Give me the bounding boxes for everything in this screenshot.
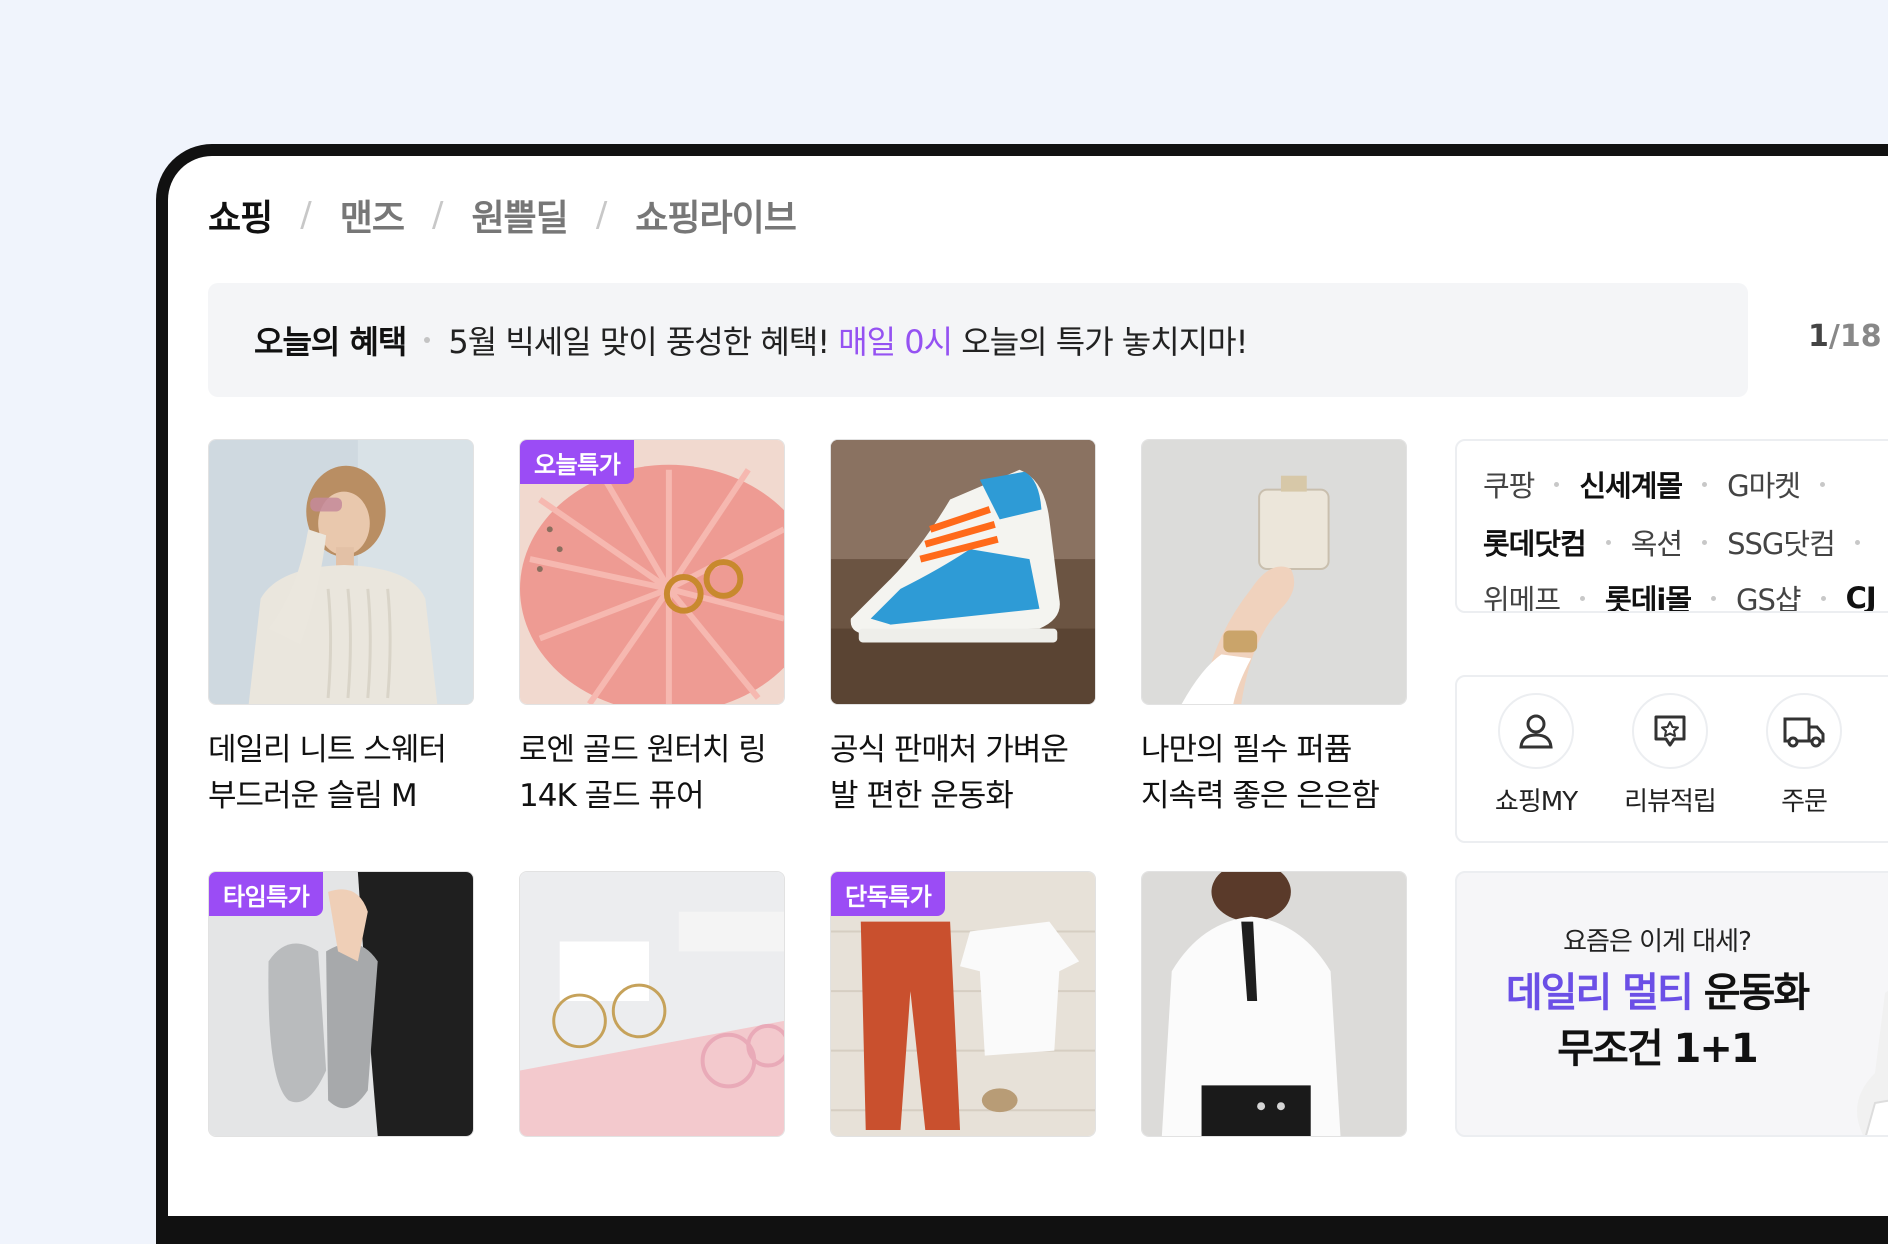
mall-row: 쿠팡 신세계몰 G마켓	[1483, 463, 1845, 505]
pager-current: 1	[1808, 319, 1829, 354]
mall-link-auction[interactable]: 옥션	[1631, 521, 1683, 563]
person-icon	[1498, 693, 1574, 769]
mall-link-lotte-com[interactable]: 롯데닷컴	[1483, 521, 1587, 563]
product-title[interactable]: 데일리 니트 스웨터 부드러운 슬림 M	[208, 727, 474, 819]
sneaker-illustration	[831, 440, 1095, 704]
mall-divider-dot	[1854, 539, 1860, 545]
product-card[interactable]: 타임특가	[208, 871, 474, 1137]
product-card[interactable]	[1141, 871, 1407, 1137]
review-star-icon	[1632, 693, 1708, 769]
mall-link-lotte-imall[interactable]: 롯데i몰	[1605, 577, 1692, 611]
blouse-illustration	[1142, 872, 1406, 1136]
delivery-truck-icon	[1766, 693, 1842, 769]
pager-total: /18	[1828, 319, 1882, 354]
promo-headline: 데일리 멀티 운동화 무조건 1+1	[1457, 965, 1857, 1077]
breadcrumb-item-shopping[interactable]: 쇼핑	[208, 189, 273, 241]
quick-menu-orders[interactable]: 주문	[1749, 693, 1859, 818]
mall-row: 롯데닷컴 옥션 SSG닷컴	[1483, 521, 1880, 563]
product-image-perfume[interactable]	[1141, 439, 1407, 705]
product-image-knit-sweater[interactable]	[208, 439, 474, 705]
promo-subtitle: 요즘은 이게 대세?	[1563, 927, 1752, 957]
breadcrumb-item-mens[interactable]: 맨즈	[340, 189, 405, 241]
mall-link-gs-shop[interactable]: GS샵	[1736, 577, 1802, 611]
quick-menu-label: 리뷰적립	[1624, 787, 1717, 817]
product-title-line1: 공식 판매처 가벼운	[830, 732, 1069, 768]
mall-divider-dot	[1554, 481, 1560, 487]
product-title-line2: 발 편한 운동화	[830, 778, 1014, 814]
breadcrumb: 쇼핑 / 맨즈 / 원쁠딜 / 쇼핑라이브	[208, 189, 797, 241]
shopping-screen: 쇼핑 / 맨즈 / 원쁠딜 / 쇼핑라이브 오늘의 혜택 5월 빅세일 맞이 풍…	[168, 156, 1888, 1216]
todays-benefit-banner[interactable]: 오늘의 혜택 5월 빅세일 맞이 풍성한 혜택! 매일 0시 오늘의 특가 놓치…	[208, 283, 1748, 397]
breadcrumb-separator: /	[431, 195, 444, 235]
product-card[interactable]: 오늘특가 로엔 골드 원터치 링 14K 골드 퓨어	[519, 439, 785, 819]
quick-menu-label: 쇼핑MY	[1494, 787, 1578, 817]
product-title-line1: 나만의 필수 퍼퓸	[1141, 732, 1352, 768]
quick-menu-shopping-my[interactable]: 쇼핑MY	[1481, 693, 1591, 818]
product-badge: 단독특가	[831, 872, 946, 916]
product-image-glasses[interactable]	[519, 871, 785, 1137]
notice-pager: 1/18	[1808, 319, 1882, 354]
mall-link-wemakeprice[interactable]: 위메프	[1483, 577, 1561, 611]
product-image-silver-flats[interactable]: 타임특가	[208, 871, 474, 1137]
product-title[interactable]: 로엔 골드 원터치 링 14K 골드 퓨어	[519, 727, 785, 819]
product-title[interactable]: 나만의 필수 퍼퓸 지속력 좋은 은은함	[1141, 727, 1407, 819]
notice-text-after: 오늘의 특가 놓치지마!	[952, 323, 1248, 361]
product-title-line2: 지속력 좋은 은은함	[1141, 778, 1380, 814]
mall-link-coupang[interactable]: 쿠팡	[1483, 463, 1535, 505]
promo-headline-rest: 운동화	[1691, 970, 1810, 1016]
product-title-line2: 부드러운 슬림 M	[208, 778, 418, 814]
product-card[interactable]: 단독특가	[830, 871, 1096, 1137]
product-image-gold-ring[interactable]: 오늘특가	[519, 439, 785, 705]
product-image-blouse[interactable]	[1141, 871, 1407, 1137]
promo-highlight: 데일리 멀티	[1505, 970, 1694, 1016]
notice-title: 오늘의 혜택	[254, 323, 407, 361]
notice-divider-dot	[424, 337, 431, 343]
quick-menu-label: 주문	[1781, 787, 1828, 817]
product-badge: 타임특가	[209, 872, 324, 916]
mall-row: 위메프 롯데i몰 GS샵 CJ	[1483, 577, 1877, 611]
breadcrumb-separator: /	[300, 195, 312, 235]
notice-text: 5월 빅세일 맞이 풍성한 혜택! 매일 0시 오늘의 특가 놓치지마!	[448, 317, 1248, 363]
mall-divider-dot	[1702, 539, 1708, 545]
notice-text-before: 5월 빅세일 맞이 풍성한 혜택!	[448, 323, 839, 361]
mall-divider-dot	[1580, 595, 1586, 601]
mall-divider-dot	[1819, 481, 1825, 487]
product-card[interactable]: 공식 판매처 가벼운 발 편한 운동화	[830, 439, 1096, 819]
promo-headline-line2: 무조건 1+1	[1557, 1026, 1759, 1072]
product-title-line1: 데일리 니트 스웨터	[208, 732, 447, 768]
product-title[interactable]: 공식 판매처 가벼운 발 편한 운동화	[830, 727, 1096, 819]
breadcrumb-item-shopping-live[interactable]: 쇼핑라이브	[635, 189, 797, 241]
product-title-line2: 14K 골드 퓨어	[519, 778, 705, 814]
mall-link-cj[interactable]: CJ	[1846, 581, 1877, 611]
mall-divider-dot	[1702, 481, 1708, 487]
mall-divider-dot	[1711, 595, 1717, 601]
product-image-outfit[interactable]: 단독특가	[830, 871, 1096, 1137]
product-card[interactable]: 데일리 니트 스웨터 부드러운 슬림 M	[208, 439, 474, 819]
product-card[interactable]	[519, 871, 785, 1137]
quick-menu-review-points[interactable]: 리뷰적립	[1615, 693, 1725, 818]
quick-menu-panel: 쇼핑MY 리뷰적립 주문	[1455, 675, 1888, 843]
product-card[interactable]: 나만의 필수 퍼퓸 지속력 좋은 은은함	[1141, 439, 1407, 819]
product-title-line1: 로엔 골드 원터치 링	[519, 732, 767, 768]
mall-link-ssg[interactable]: SSG닷컴	[1727, 521, 1836, 563]
mall-divider-dot	[1605, 539, 1611, 545]
promo-banner[interactable]: 요즘은 이게 대세? 데일리 멀티 운동화 무조건 1+1	[1455, 871, 1888, 1137]
mall-divider-dot	[1820, 595, 1826, 601]
shopping-mall-links-panel: 쿠팡 신세계몰 G마켓 롯데닷컴 옥션 SSG닷컴 위메프 롯데i몰 GS샵 C…	[1455, 439, 1888, 613]
breadcrumb-item-one-plus-deal[interactable]: 원쁠딜	[471, 189, 568, 241]
mall-link-shinsegae[interactable]: 신세계몰	[1579, 463, 1683, 505]
product-image-sneaker[interactable]	[830, 439, 1096, 705]
mall-link-gmarket[interactable]: G마켓	[1727, 463, 1801, 505]
product-badge: 오늘특가	[520, 440, 635, 484]
promo-sneaker-image	[1857, 990, 1888, 1135]
glasses-illustration	[520, 872, 784, 1136]
breadcrumb-separator: /	[595, 195, 608, 235]
notice-highlight: 매일 0시	[838, 323, 953, 361]
knit-sweater-illustration	[209, 440, 473, 704]
perfume-illustration	[1142, 440, 1406, 704]
